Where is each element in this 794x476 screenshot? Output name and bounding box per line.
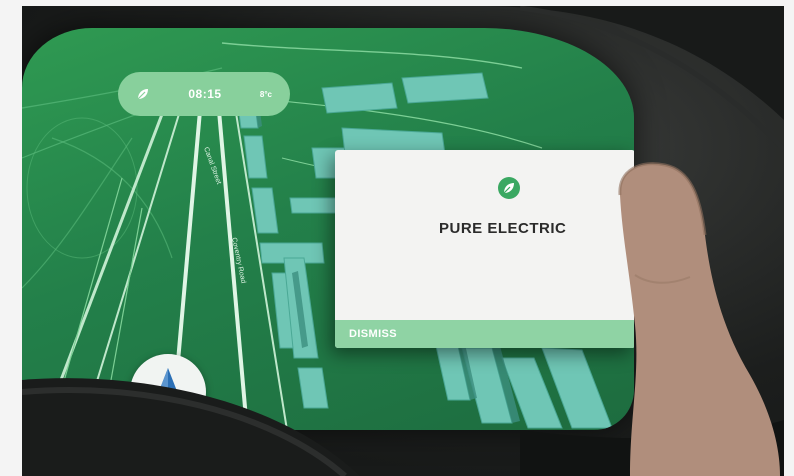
frame-border-top [0, 0, 794, 6]
dismiss-button[interactable]: DISMISS [335, 320, 634, 348]
popup-title: PURE ELECTRIC [439, 220, 567, 237]
street-label-canal: Canal Street [202, 146, 222, 185]
leaf-icon [136, 87, 150, 101]
status-bar: 08:15 8°c [118, 72, 290, 116]
current-location-marker[interactable] [130, 354, 206, 430]
pure-electric-notification: PURE ELECTRIC DISMISS [335, 150, 634, 348]
frame-border-right [784, 0, 794, 476]
clock-time: 08:15 [188, 87, 222, 101]
leaf-icon [497, 176, 521, 200]
infotainment-screen[interactable]: Canal Street Coventry Road 08:15 8°c PUR… [22, 28, 634, 430]
navigation-arrow-icon [154, 368, 182, 404]
frame-border-left [0, 0, 22, 476]
outside-temperature: 8°c [259, 89, 272, 99]
dismiss-label: DISMISS [349, 328, 398, 340]
